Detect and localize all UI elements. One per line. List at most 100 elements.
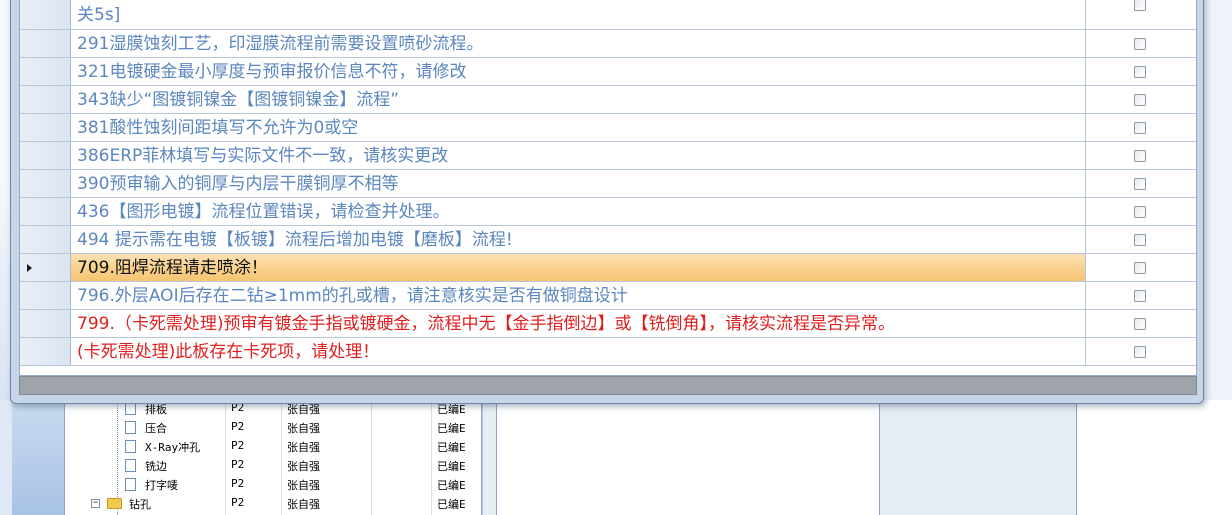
column-divider (371, 400, 372, 515)
message-text[interactable]: 494 提示需在电镀【板镀】流程后增加电镀【磨板】流程! (71, 226, 1086, 253)
folder-icon (107, 498, 122, 509)
row-checkbox[interactable] (1134, 65, 1146, 78)
document-icon (125, 440, 136, 453)
tree-node-name: 钻孔 (129, 498, 151, 511)
message-row[interactable]: 343缺少“图镀铜镍金【图镀铜镍金】流程” (20, 86, 1196, 114)
row-checkbox[interactable] (1134, 205, 1146, 218)
row-header[interactable] (20, 142, 71, 169)
message-text[interactable]: 321电镀硬金最小厚度与预审报价信息不符，请修改 (71, 58, 1086, 85)
message-text[interactable]: 436【图形电镀】流程位置错误，请检查并处理。 (71, 198, 1086, 225)
check-cell (1086, 226, 1196, 253)
row-checkbox[interactable] (1134, 317, 1146, 330)
message-grid[interactable]: 264图形电镀参数不符合《孔密度大且最小孔径≤0.25mm》的联络单要求[电镀(… (19, 0, 1197, 376)
message-row[interactable]: 321电镀硬金最小厚度与预审报价信息不符，请修改 (20, 58, 1196, 86)
row-checkbox[interactable] (1134, 121, 1146, 134)
message-text[interactable]: (卡死需处理)此板存在卡死项，请处理！ (71, 338, 1086, 365)
row-checkbox[interactable] (1134, 177, 1146, 190)
right-panel (1076, 400, 1232, 515)
row-checkbox[interactable] (1134, 261, 1146, 274)
check-cell (1086, 254, 1196, 281)
check-result-dialog: 264图形电镀参数不符合《孔密度大且最小孔径≤0.25mm》的联络单要求[电镀(… (10, 0, 1204, 404)
message-row[interactable]: 799.（卡死需处理)预审有镀金手指或镀硬金，流程中无【金手指倒边】或【铣倒角】… (20, 310, 1196, 338)
row-header[interactable] (20, 86, 71, 113)
tree-row[interactable]: X-Ray冲孔 P2 张自强 已编E (65, 437, 481, 456)
tree-node-name: 铣边 (145, 460, 167, 473)
tree-node-user: 张自强 (287, 498, 320, 511)
check-cell (1086, 86, 1196, 113)
row-header[interactable] (20, 170, 71, 197)
tree-node-status: 已编E (437, 498, 466, 511)
message-text[interactable]: 264图形电镀参数不符合《孔密度大且最小孔径≤0.25mm》的联络单要求[电镀(… (71, 0, 1086, 29)
message-row[interactable]: 436【图形电镀】流程位置错误，请检查并处理。 (20, 198, 1196, 226)
tree-node-user: 张自强 (287, 479, 320, 492)
row-header[interactable] (20, 310, 71, 337)
tree-node-status: 已编E (437, 422, 466, 435)
row-checkbox[interactable] (1134, 289, 1146, 302)
tree-row[interactable]: 打字唛 P2 张自强 已编E (65, 475, 481, 494)
row-checkbox[interactable] (1134, 93, 1146, 106)
message-row[interactable]: 291湿膜蚀刻工艺，印湿膜流程前需要设置喷砂流程。 (20, 30, 1196, 58)
document-icon (125, 421, 136, 434)
tree-node-name: 压合 (145, 422, 167, 435)
process-tree[interactable]: 排板 P2 张自强 已编E 压合 P2 张自强 已编E X-Ray冲孔 P2 张自强 已编E 铣边 P2 张… (64, 400, 482, 515)
row-header[interactable] (20, 282, 71, 309)
current-row-indicator[interactable] (20, 254, 71, 281)
check-cell (1086, 170, 1196, 197)
row-header[interactable] (20, 226, 71, 253)
detail-panel (496, 400, 880, 515)
row-header[interactable] (20, 114, 71, 141)
row-header[interactable] (20, 30, 71, 57)
message-row[interactable]: 709.阻焊流程请走喷涂！ (20, 254, 1196, 282)
tree-node-code: P2 (231, 496, 245, 509)
message-row[interactable]: 494 提示需在电镀【板镀】流程后增加电镀【磨板】流程! (20, 226, 1196, 254)
check-cell (1086, 142, 1196, 169)
row-checkbox[interactable] (1134, 37, 1146, 50)
column-divider (225, 400, 226, 515)
tree-node-status: 已编E (437, 460, 466, 473)
document-icon (125, 459, 136, 472)
tree-node-code: P2 (231, 420, 245, 433)
tree-node-name: X-Ray冲孔 (145, 441, 201, 454)
panel-gap (880, 400, 1076, 515)
message-row[interactable]: 390预审输入的铜厚与内层干膜铜厚不相等 (20, 170, 1196, 198)
tree-node-code: P2 (231, 477, 245, 490)
tree-node-user: 张自强 (287, 441, 320, 454)
message-row[interactable]: 386ERP菲林填写与实际文件不一致，请核实更改 (20, 142, 1196, 170)
tree-row[interactable]: 压合 P2 张自强 已编E (65, 418, 481, 437)
row-checkbox[interactable] (1134, 0, 1146, 11)
tree-scrollbar[interactable] (482, 400, 496, 515)
message-row[interactable]: 381酸性蚀刻间距填写不允许为0或空 (20, 114, 1196, 142)
check-cell (1086, 30, 1196, 57)
tree-row[interactable]: 铣边 P2 张自强 已编E (65, 456, 481, 475)
message-row[interactable]: 796.外层AOI后存在二钻≥1mm的孔或槽，请注意核实是否有做铜盘设计 (20, 282, 1196, 310)
row-checkbox[interactable] (1134, 149, 1146, 162)
tree-node-code: P2 (231, 439, 245, 452)
row-header[interactable] (20, 198, 71, 225)
row-header[interactable] (20, 0, 71, 29)
message-row[interactable]: (卡死需处理)此板存在卡死项，请处理！ (20, 338, 1196, 366)
message-text[interactable]: 709.阻焊流程请走喷涂！ (71, 254, 1086, 281)
grid-footer (19, 376, 1197, 395)
row-header[interactable] (20, 338, 71, 365)
tree-node-user: 张自强 (287, 460, 320, 473)
row-checkbox[interactable] (1134, 345, 1146, 358)
message-text[interactable]: 386ERP菲林填写与实际文件不一致，请核实更改 (71, 142, 1086, 169)
tree-row[interactable]: − 钻孔 P2 张自强 已编E (65, 494, 481, 513)
collapse-icon[interactable]: − (91, 499, 100, 508)
column-divider (281, 400, 282, 515)
check-cell (1086, 198, 1196, 225)
app-left-pane (12, 400, 64, 515)
message-row[interactable]: 264图形电镀参数不符合《孔密度大且最小孔径≤0.25mm》的联络单要求[电镀(… (20, 0, 1196, 30)
tree-node-code: P2 (231, 458, 245, 471)
row-checkbox[interactable] (1134, 233, 1146, 246)
message-text[interactable]: 390预审输入的铜厚与内层干膜铜厚不相等 (71, 170, 1086, 197)
message-text[interactable]: 799.（卡死需处理)预审有镀金手指或镀硬金，流程中无【金手指倒边】或【铣倒角】… (71, 310, 1086, 337)
tree-node-user: 张自强 (287, 422, 320, 435)
row-header[interactable] (20, 58, 71, 85)
tree-node-status: 已编E (437, 479, 466, 492)
check-cell (1086, 58, 1196, 85)
message-text[interactable]: 796.外层AOI后存在二钻≥1mm的孔或槽，请注意核实是否有做铜盘设计 (71, 282, 1086, 309)
message-text[interactable]: 291湿膜蚀刻工艺，印湿膜流程前需要设置喷砂流程。 (71, 30, 1086, 57)
message-text[interactable]: 343缺少“图镀铜镍金【图镀铜镍金】流程” (71, 86, 1086, 113)
message-text[interactable]: 381酸性蚀刻间距填写不允许为0或空 (71, 114, 1086, 141)
